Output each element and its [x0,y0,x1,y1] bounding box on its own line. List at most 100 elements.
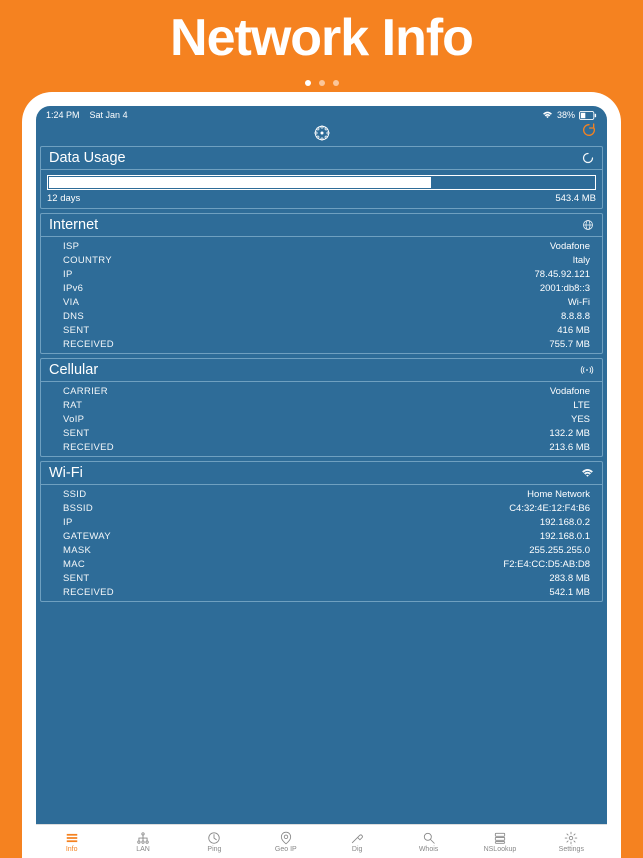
row-value: YES [571,414,590,425]
row-key: DNS [63,311,84,322]
tab-whois[interactable]: Whois [393,825,464,858]
tab-geo-ip[interactable]: Geo IP [250,825,321,858]
info-row: MASK255.255.255.0 [41,543,602,557]
ipad-frame: 1:24 PM Sat Jan 4 38% [22,92,621,858]
whois-icon [422,831,436,845]
ping-icon [207,831,221,845]
lan-icon [136,831,150,845]
tab-label: Whois [419,846,438,853]
section-header-cellular: Cellular [41,359,602,382]
row-key: GATEWAY [63,531,111,542]
row-key: COUNTRY [63,255,112,266]
section-data-usage[interactable]: Data Usage 12 days 543.4 MB [40,146,603,209]
tab-label: Dig [352,846,363,853]
refresh-button[interactable] [581,122,597,138]
battery-icon [579,111,597,120]
section-cellular[interactable]: Cellular CARRIERVodafone RAT LTEVoIPYESSEN… [40,358,603,457]
row-key: IPv6 [63,283,83,294]
globe-icon [582,219,594,231]
status-date: Sat Jan 4 [90,110,128,120]
info-row: SENT416 MB [41,323,602,337]
row-value: 542.1 MB [549,587,590,598]
usage-progress [47,175,596,190]
row-value: 192.168.0.1 [540,531,590,542]
row-value: 2001:db8::3 [540,283,590,294]
status-left: 1:24 PM Sat Jan 4 [46,110,128,120]
info-row: SENT132.2 MB [41,426,602,440]
row-key: RECEIVED [63,587,114,598]
nslookup-icon [493,831,507,845]
info-row: IPv6 2001:db8::3 [41,281,602,295]
info-row: RAT LTE [41,398,602,412]
info-row: RECEIVED213.6 MB [41,440,602,454]
tab-label: NSLookup [484,846,517,853]
tab-nslookup[interactable]: NSLookup [464,825,535,858]
usage-total: 543.4 MB [555,193,596,204]
info-row: SENT283.8 MB [41,571,602,585]
pager-dots [0,80,643,86]
tab-bar: Info LAN Ping Geo IP Dig Whois NSLookup Setting… [36,824,607,858]
section-wifi[interactable]: Wi-Fi SSID Home NetworkBSSIDC4:32:4E:12:F… [40,461,603,602]
row-value: Vodafone [550,241,590,252]
row-key: SSID [63,489,86,500]
row-key: RECEIVED [63,339,114,350]
cellular-icon [580,365,594,375]
tab-label: Settings [559,846,584,853]
row-value: C4:32:4E:12:F4:B6 [509,503,590,514]
section-internet[interactable]: Internet ISPVodafoneCOUNTRYItalyIP78.45.… [40,213,603,354]
row-value: 132.2 MB [549,428,590,439]
usage-period: 12 days [47,193,80,204]
info-row: MAC F2:E4:CC:D5:AB:D8 [41,557,602,571]
nav-bar [36,120,607,146]
row-key: RAT [63,400,82,411]
tab-label: Ping [207,846,221,853]
app-logo-icon [313,124,331,142]
info-row: DNS8.8.8.8 [41,309,602,323]
row-key: MAC [63,559,85,570]
section-title: Data Usage [49,150,126,166]
info-row: SSID Home Network [41,487,602,501]
row-value: F2:E4:CC:D5:AB:D8 [503,559,590,570]
content: Data Usage 12 days 543.4 MB [36,146,607,824]
section-title: Wi-Fi [49,465,83,481]
row-value: LTE [573,400,590,411]
section-header-data-usage: Data Usage [41,147,602,170]
row-value: Vodafone [550,386,590,397]
row-key: IP [63,517,73,528]
row-value: 283.8 MB [549,573,590,584]
tab-ping[interactable]: Ping [179,825,250,858]
row-key: VIA [63,297,79,308]
section-header-internet: Internet [41,214,602,237]
info-row: VoIPYES [41,412,602,426]
tab-dig[interactable]: Dig [322,825,393,858]
info-row: IP192.168.0.2 [41,515,602,529]
status-bar: 1:24 PM Sat Jan 4 38% [36,106,607,120]
info-row: CARRIERVodafone [41,384,602,398]
row-value: Italy [573,255,590,266]
loading-icon [582,152,594,164]
geo-ip-icon [279,831,293,845]
info-row: RECEIVED 542.1 MB [41,585,602,599]
row-value: 213.6 MB [549,442,590,453]
row-value: Home Network [527,489,590,500]
info-row: GATEWAY 192.168.0.1 [41,529,602,543]
tab-lan[interactable]: LAN [107,825,178,858]
settings-icon [564,831,578,845]
tab-info[interactable]: Info [36,825,107,858]
info-row: VIA Wi-Fi [41,295,602,309]
info-row: COUNTRY Italy [41,253,602,267]
wifi-icon [542,111,553,119]
row-value: 78.45.92.121 [535,269,590,280]
row-value: 755.7 MB [549,339,590,350]
info-row: ISPVodafone [41,239,602,253]
info-row: RECEIVED 755.7 MB [41,337,602,351]
row-key: SENT [63,325,90,336]
tab-settings[interactable]: Settings [536,825,607,858]
usage-progress-fill [49,177,431,188]
status-right: 38% [542,110,597,120]
section-title: Cellular [49,362,98,378]
info-row: BSSIDC4:32:4E:12:F4:B6 [41,501,602,515]
tab-label: Info [66,846,78,853]
app-screen: 1:24 PM Sat Jan 4 38% [36,106,607,858]
row-value: Wi-Fi [568,297,590,308]
